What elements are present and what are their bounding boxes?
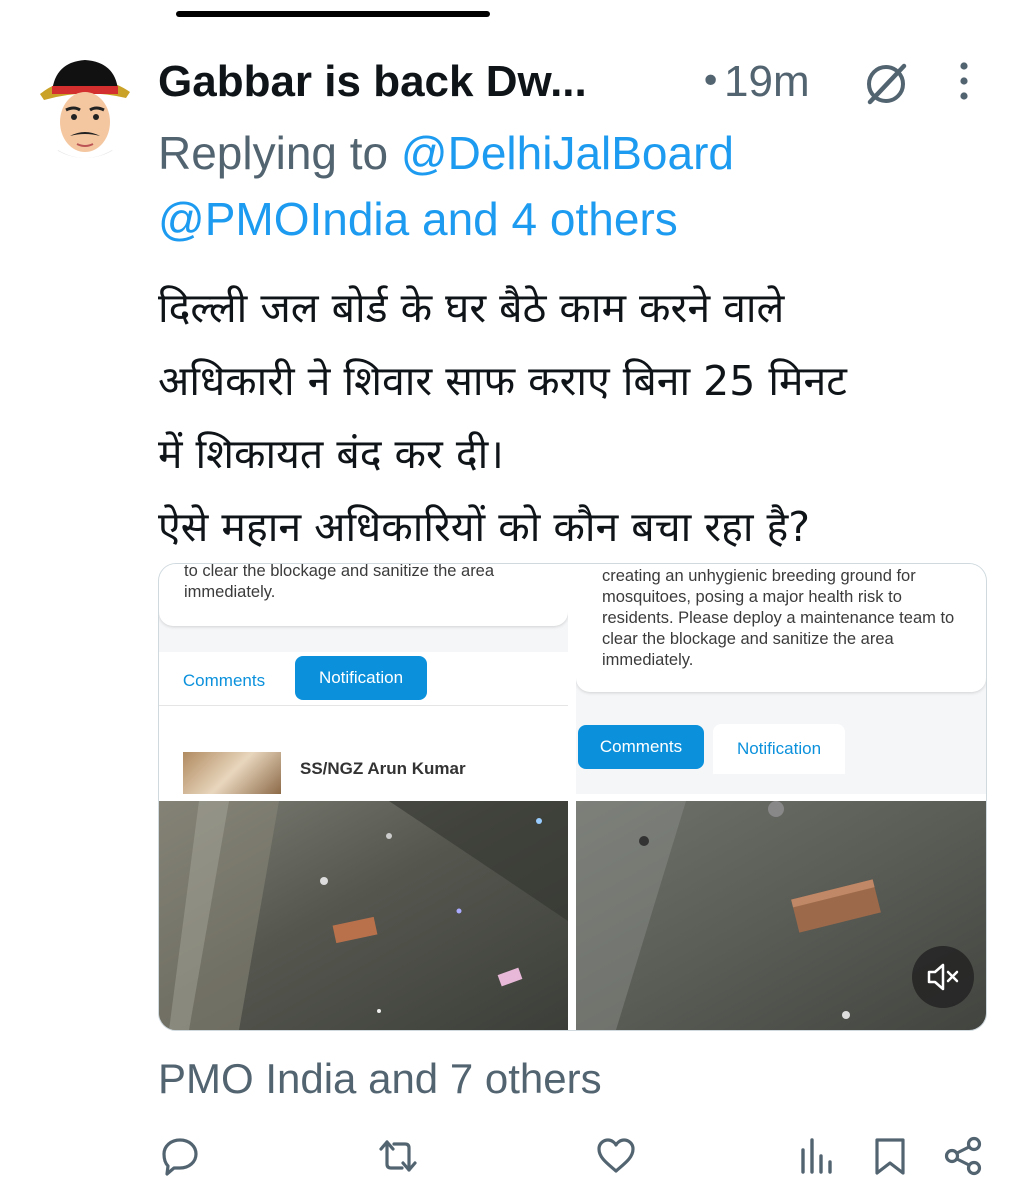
liked-by[interactable]: PMO India and 7 others — [158, 1052, 602, 1106]
tweet-text-line: में शिकायत बंद कर दी। — [158, 430, 504, 478]
replying-to: Replying to @DelhiJalBoard @PMOIndia and… — [158, 120, 978, 252]
timestamp[interactable]: 19m — [724, 55, 810, 109]
mention-pmoindia[interactable]: @PMOIndia — [158, 193, 409, 245]
complaint-text: to clear the blockage and sanitize the a… — [184, 564, 495, 601]
bookmark-icon[interactable] — [870, 1136, 910, 1176]
reply-icon[interactable] — [160, 1136, 200, 1176]
retweet-icon[interactable] — [378, 1136, 418, 1176]
divider — [159, 705, 568, 706]
tweet-text-line: अधिकारी ने शिवार साफ कराए बिना 25 मिनट — [158, 357, 847, 405]
media-screenshot-1[interactable]: to clear the blockage and sanitize the a… — [159, 564, 568, 794]
waterlogging-photo — [159, 801, 568, 1030]
tweet-text-line: दिल्ली जल बोर्ड के घर बैठे काम करने वाले — [158, 284, 785, 332]
reply-prefix: Replying to — [158, 127, 389, 179]
share-icon[interactable] — [943, 1136, 983, 1176]
heart-icon[interactable] — [596, 1136, 636, 1176]
tab-comments[interactable]: Comments — [578, 725, 704, 769]
tab-notification[interactable]: Notification — [295, 656, 427, 700]
mention-delhijalboard[interactable]: @DelhiJalBoard — [401, 127, 734, 179]
tweet-text-line: ऐसे महान अधिकारियों को कौन बचा रहा है? — [158, 503, 811, 551]
avatar[interactable] — [30, 48, 140, 158]
media-grid: to clear the blockage and sanitize the a… — [158, 563, 987, 1031]
tweet-text: दिल्ली जल बोर्ड के घर बैठे काम करने वाले… — [158, 272, 988, 564]
avatar-image — [30, 48, 140, 158]
separator-dot: • — [700, 61, 722, 102]
mute-icon — [927, 963, 959, 991]
commenter-name: SS/NGZ Arun Kumar — [300, 759, 466, 778]
complaint-card: creating an unhygienic breeding ground f… — [576, 564, 986, 692]
tab-comments[interactable]: Comments — [162, 656, 286, 706]
author-name[interactable]: Gabbar is back Dw... — [158, 55, 587, 109]
complaint-card: to clear the blockage and sanitize the a… — [159, 564, 568, 626]
mute-button[interactable] — [912, 946, 974, 1008]
commenter-photo — [183, 752, 281, 794]
tab-notification[interactable]: Notification — [713, 724, 845, 774]
views-icon[interactable] — [797, 1136, 837, 1176]
sheet-handle-bar[interactable] — [176, 11, 490, 17]
media-screenshot-2[interactable]: creating an unhygienic breeding ground f… — [576, 564, 986, 794]
complaint-text: creating an unhygienic breeding ground f… — [602, 567, 955, 669]
more-icon[interactable] — [944, 58, 984, 104]
mention-others[interactable]: and 4 others — [422, 193, 678, 245]
media-photo-2[interactable] — [576, 801, 986, 1030]
grok-icon[interactable] — [864, 60, 910, 106]
media-photo-1[interactable] — [159, 801, 568, 1030]
